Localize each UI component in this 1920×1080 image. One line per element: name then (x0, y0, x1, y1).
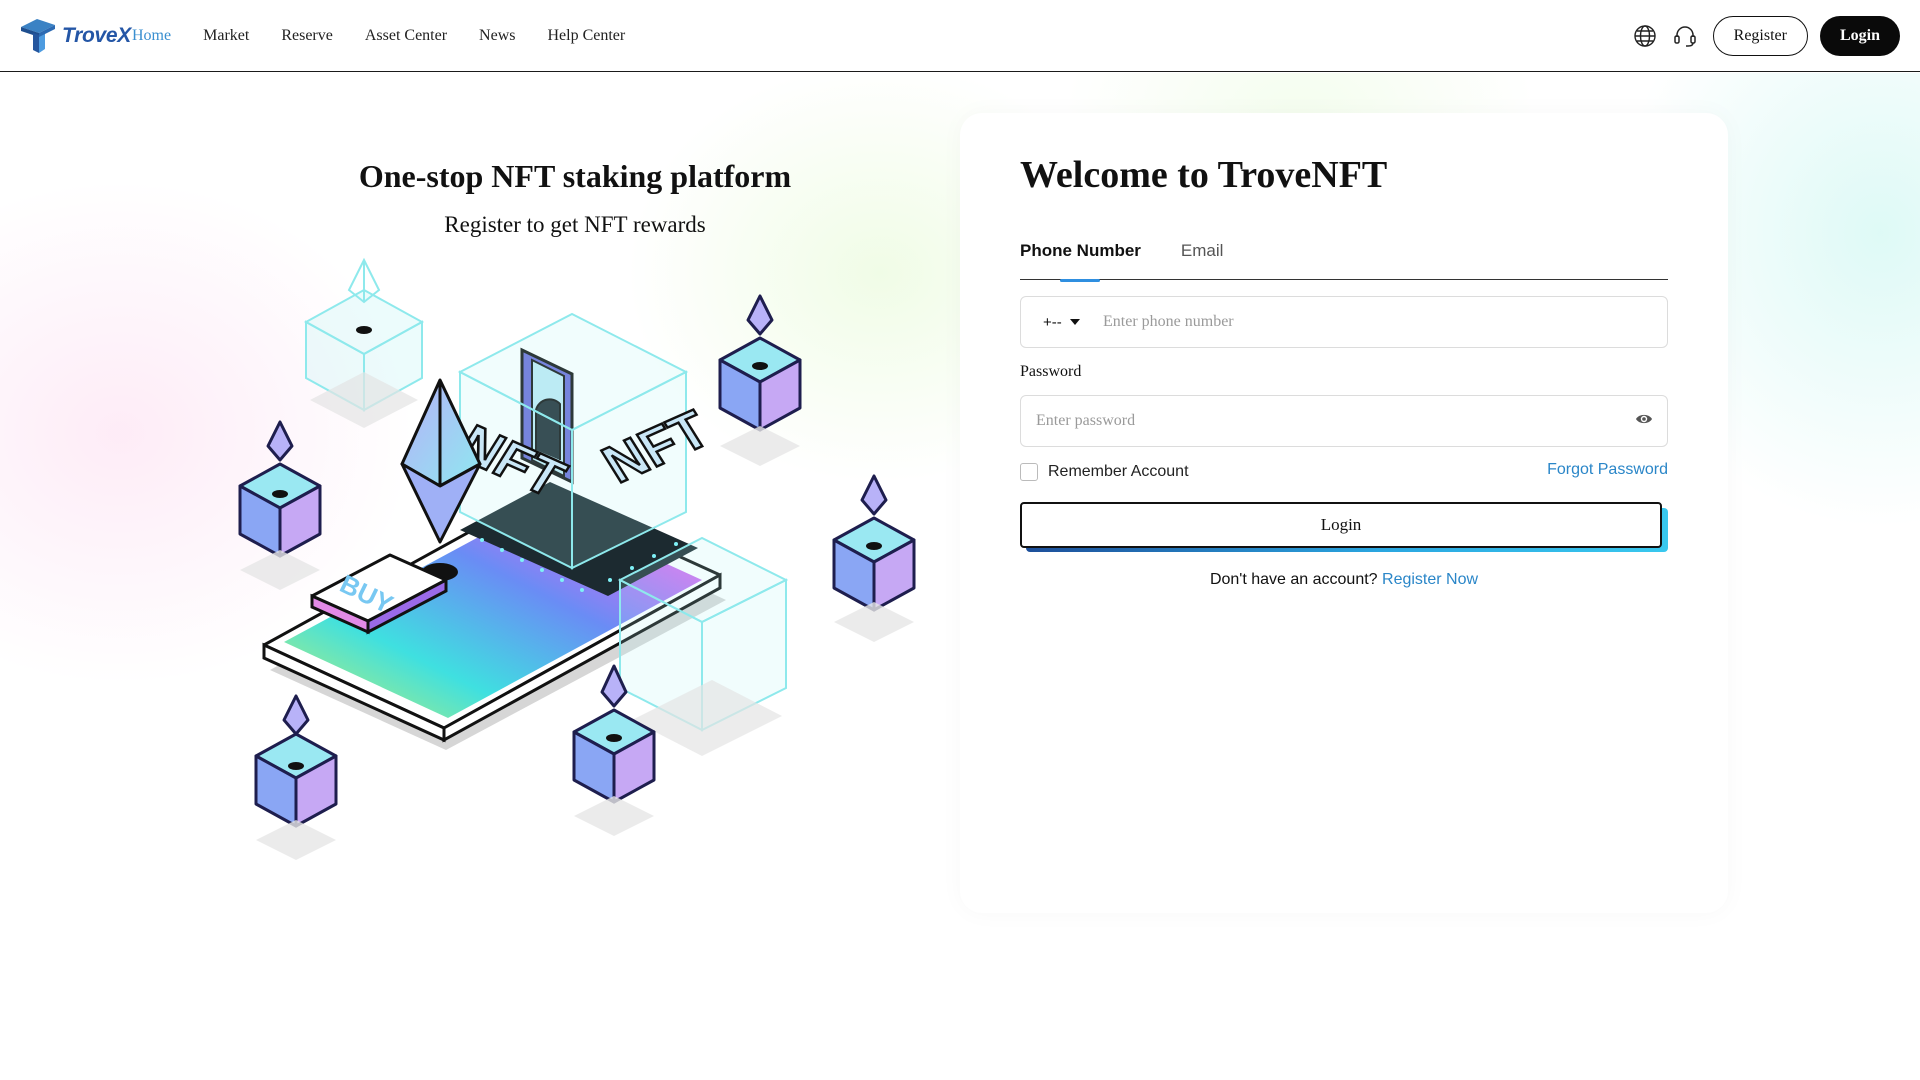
nav-news[interactable]: News (479, 27, 515, 45)
main-nav: Home Market Reserve Asset Center News He… (132, 0, 657, 72)
forgot-password-link[interactable]: Forgot Password (1547, 461, 1668, 479)
password-input[interactable]: Enter password (1036, 412, 1635, 430)
login-card: Welcome to TroveNFT Phone Number Email +… (960, 113, 1728, 913)
password-field[interactable]: Enter password (1020, 395, 1668, 447)
active-tab-indicator (1060, 279, 1100, 282)
cube-eth-icon-1 (238, 420, 322, 558)
login-button-wrapper: Login (1020, 502, 1668, 554)
remember-account[interactable]: Remember Account (1020, 463, 1189, 481)
chevron-down-icon (1069, 319, 1080, 325)
tab-email[interactable]: Email (1181, 237, 1224, 279)
remember-label: Remember Account (1048, 463, 1189, 480)
register-now-link[interactable]: Register Now (1382, 571, 1478, 588)
nft-platform-illustration: NFT NFT BUY (238, 257, 916, 860)
tab-phone-number[interactable]: Phone Number (1020, 237, 1141, 279)
signup-text: Don't have an account? (1209, 571, 1378, 588)
remember-checkbox[interactable] (1020, 463, 1038, 481)
cube-eth-icon-4 (254, 694, 338, 828)
brand-name: TroveX (62, 24, 132, 47)
headset-icon[interactable] (1671, 22, 1699, 50)
signup-prompt: Don't have an account? Register Now (1020, 571, 1668, 589)
nav-help-center[interactable]: Help Center (547, 27, 625, 45)
login-button[interactable]: Login (1020, 502, 1662, 548)
nav-asset-center[interactable]: Asset Center (365, 27, 447, 45)
register-button[interactable]: Register (1712, 16, 1808, 56)
nav-market[interactable]: Market (203, 27, 249, 45)
country-code-value: +-- (1043, 313, 1062, 331)
country-code-select[interactable]: +-- (1021, 314, 1103, 331)
nav-home[interactable]: Home (132, 27, 171, 45)
trovex-logo-icon (21, 19, 55, 53)
globe-icon[interactable] (1631, 22, 1659, 50)
login-method-tabs: Phone Number Email (1020, 237, 1668, 282)
top-navigation: TroveX Home Market Reserve Asset Center … (0, 0, 1920, 72)
nav-reserve[interactable]: Reserve (281, 27, 333, 45)
nav-actions: Register Login (1631, 0, 1900, 72)
login-nav-button[interactable]: Login (1819, 16, 1900, 56)
phone-input[interactable]: Enter phone number (1103, 313, 1234, 331)
phone-field[interactable]: +-- Enter phone number (1020, 296, 1668, 348)
eye-icon[interactable] (1635, 412, 1653, 431)
hero-title: One-stop NFT staking platform (358, 158, 792, 194)
hero-subtitle: Register to get NFT rewards (444, 212, 706, 237)
logo[interactable]: TroveX (19, 17, 131, 55)
password-label: Password (1020, 363, 1082, 380)
login-title: Welcome to TroveNFT (1020, 154, 1388, 196)
